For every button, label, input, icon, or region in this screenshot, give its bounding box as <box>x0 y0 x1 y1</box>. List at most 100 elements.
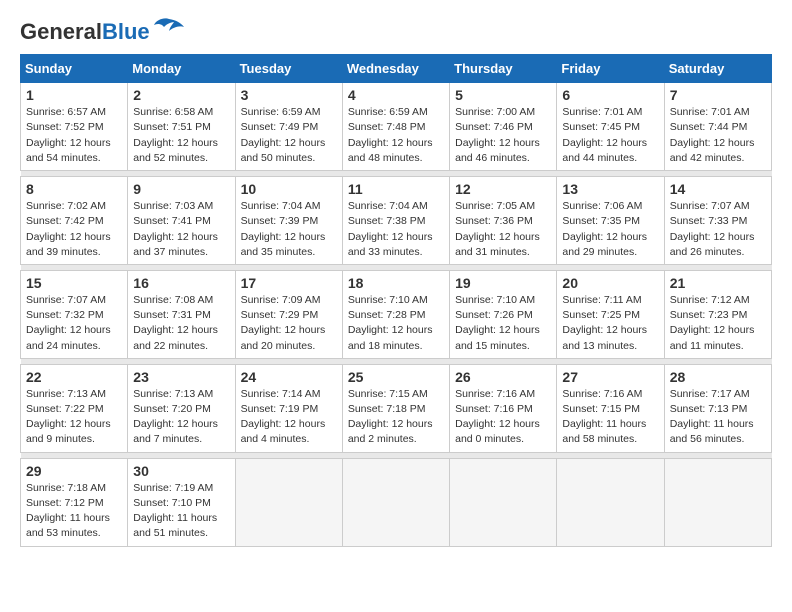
calendar-cell: 29 Sunrise: 7:18 AM Sunset: 7:12 PM Dayli… <box>21 458 128 546</box>
day-number: 22 <box>26 369 122 385</box>
day-info: Sunrise: 7:11 AM Sunset: 7:25 PM Dayligh… <box>562 293 658 354</box>
header-monday: Monday <box>128 55 235 83</box>
logo: GeneralBlue <box>20 20 184 44</box>
calendar-cell <box>342 458 449 546</box>
day-info: Sunrise: 6:59 AM Sunset: 7:48 PM Dayligh… <box>348 105 444 166</box>
calendar-cell: 15 Sunrise: 7:07 AM Sunset: 7:32 PM Dayli… <box>21 270 128 358</box>
day-info: Sunrise: 7:02 AM Sunset: 7:42 PM Dayligh… <box>26 199 122 260</box>
calendar-week-row: 1 Sunrise: 6:57 AM Sunset: 7:52 PM Daylig… <box>21 83 772 171</box>
day-info: Sunrise: 7:04 AM Sunset: 7:38 PM Dayligh… <box>348 199 444 260</box>
day-number: 4 <box>348 87 444 103</box>
day-number: 16 <box>133 275 229 291</box>
calendar-week-row: 15 Sunrise: 7:07 AM Sunset: 7:32 PM Dayli… <box>21 270 772 358</box>
calendar-cell: 6Sunrise: 7:01 AM Sunset: 7:45 PM Daylig… <box>557 83 664 171</box>
day-info: Sunrise: 7:00 AM Sunset: 7:46 PM Dayligh… <box>455 105 551 166</box>
day-number: 5 <box>455 87 551 103</box>
calendar-cell: 22 Sunrise: 7:13 AM Sunset: 7:22 PM Dayli… <box>21 364 128 452</box>
day-number: 17 <box>241 275 337 291</box>
calendar-cell: 26 Sunrise: 7:16 AM Sunset: 7:16 PM Dayli… <box>450 364 557 452</box>
calendar-cell: 18 Sunrise: 7:10 AM Sunset: 7:28 PM Dayli… <box>342 270 449 358</box>
calendar-cell: 10Sunrise: 7:04 AM Sunset: 7:39 PM Dayli… <box>235 177 342 265</box>
day-number: 7 <box>670 87 766 103</box>
calendar-cell: 2 Sunrise: 6:58 AM Sunset: 7:51 PM Daylig… <box>128 83 235 171</box>
day-info: Sunrise: 7:10 AM Sunset: 7:26 PM Dayligh… <box>455 293 551 354</box>
day-info: Sunrise: 7:12 AM Sunset: 7:23 PM Dayligh… <box>670 293 766 354</box>
day-number: 29 <box>26 463 122 479</box>
calendar-cell: 9Sunrise: 7:03 AM Sunset: 7:41 PM Daylig… <box>128 177 235 265</box>
calendar-cell: 21 Sunrise: 7:12 AM Sunset: 7:23 PM Dayli… <box>664 270 771 358</box>
day-info: Sunrise: 7:01 AM Sunset: 7:44 PM Dayligh… <box>670 105 766 166</box>
day-number: 13 <box>562 181 658 197</box>
calendar-cell: 7 Sunrise: 7:01 AM Sunset: 7:44 PM Daylig… <box>664 83 771 171</box>
calendar-cell: 16 Sunrise: 7:08 AM Sunset: 7:31 PM Dayli… <box>128 270 235 358</box>
day-info: Sunrise: 7:16 AM Sunset: 7:15 PM Dayligh… <box>562 387 658 448</box>
day-info: Sunrise: 7:10 AM Sunset: 7:28 PM Dayligh… <box>348 293 444 354</box>
calendar-cell: 12 Sunrise: 7:05 AM Sunset: 7:36 PM Dayli… <box>450 177 557 265</box>
day-info: Sunrise: 7:07 AM Sunset: 7:32 PM Dayligh… <box>26 293 122 354</box>
calendar-cell <box>235 458 342 546</box>
calendar-cell: 20 Sunrise: 7:11 AM Sunset: 7:25 PM Dayli… <box>557 270 664 358</box>
day-info: Sunrise: 7:19 AM Sunset: 7:10 PM Dayligh… <box>133 481 229 542</box>
day-info: Sunrise: 7:05 AM Sunset: 7:36 PM Dayligh… <box>455 199 551 260</box>
calendar-cell: 17 Sunrise: 7:09 AM Sunset: 7:29 PM Dayli… <box>235 270 342 358</box>
day-number: 19 <box>455 275 551 291</box>
day-info: Sunrise: 7:13 AM Sunset: 7:20 PM Dayligh… <box>133 387 229 448</box>
day-info: Sunrise: 6:57 AM Sunset: 7:52 PM Dayligh… <box>26 105 122 166</box>
day-info: Sunrise: 7:09 AM Sunset: 7:29 PM Dayligh… <box>241 293 337 354</box>
day-info: Sunrise: 6:58 AM Sunset: 7:51 PM Dayligh… <box>133 105 229 166</box>
calendar-week-row: 8 Sunrise: 7:02 AM Sunset: 7:42 PM Daylig… <box>21 177 772 265</box>
day-number: 18 <box>348 275 444 291</box>
calendar-cell: 27 Sunrise: 7:16 AM Sunset: 7:15 PM Dayli… <box>557 364 664 452</box>
day-number: 12 <box>455 181 551 197</box>
calendar-table: SundayMondayTuesdayWednesdayThursdayFrid… <box>20 54 772 546</box>
header-saturday: Saturday <box>664 55 771 83</box>
day-number: 26 <box>455 369 551 385</box>
day-number: 20 <box>562 275 658 291</box>
day-number: 24 <box>241 369 337 385</box>
day-info: Sunrise: 7:04 AM Sunset: 7:39 PM Dayligh… <box>241 199 337 260</box>
calendar-header-row: SundayMondayTuesdayWednesdayThursdayFrid… <box>21 55 772 83</box>
calendar-week-row: 29 Sunrise: 7:18 AM Sunset: 7:12 PM Dayli… <box>21 458 772 546</box>
day-number: 3 <box>241 87 337 103</box>
calendar-cell: 28 Sunrise: 7:17 AM Sunset: 7:13 PM Dayli… <box>664 364 771 452</box>
header-wednesday: Wednesday <box>342 55 449 83</box>
calendar-cell: 5 Sunrise: 7:00 AM Sunset: 7:46 PM Daylig… <box>450 83 557 171</box>
calendar-cell: 19 Sunrise: 7:10 AM Sunset: 7:26 PM Dayli… <box>450 270 557 358</box>
day-number: 14 <box>670 181 766 197</box>
calendar-cell: 11 Sunrise: 7:04 AM Sunset: 7:38 PM Dayli… <box>342 177 449 265</box>
day-number: 2 <box>133 87 229 103</box>
calendar-cell: 23 Sunrise: 7:13 AM Sunset: 7:20 PM Dayli… <box>128 364 235 452</box>
day-number: 21 <box>670 275 766 291</box>
day-number: 27 <box>562 369 658 385</box>
day-info: Sunrise: 7:01 AM Sunset: 7:45 PM Dayligh… <box>562 105 658 166</box>
day-number: 28 <box>670 369 766 385</box>
page-header: GeneralBlue <box>20 20 772 44</box>
calendar-cell <box>664 458 771 546</box>
header-thursday: Thursday <box>450 55 557 83</box>
day-number: 25 <box>348 369 444 385</box>
day-number: 23 <box>133 369 229 385</box>
calendar-cell: 4 Sunrise: 6:59 AM Sunset: 7:48 PM Daylig… <box>342 83 449 171</box>
day-info: Sunrise: 7:17 AM Sunset: 7:13 PM Dayligh… <box>670 387 766 448</box>
day-number: 11 <box>348 181 444 197</box>
calendar-week-row: 22 Sunrise: 7:13 AM Sunset: 7:22 PM Dayli… <box>21 364 772 452</box>
day-info: Sunrise: 7:18 AM Sunset: 7:12 PM Dayligh… <box>26 481 122 542</box>
calendar-cell <box>557 458 664 546</box>
day-info: Sunrise: 7:15 AM Sunset: 7:18 PM Dayligh… <box>348 387 444 448</box>
day-info: Sunrise: 7:16 AM Sunset: 7:16 PM Dayligh… <box>455 387 551 448</box>
calendar-cell: 13 Sunrise: 7:06 AM Sunset: 7:35 PM Dayli… <box>557 177 664 265</box>
day-number: 8 <box>26 181 122 197</box>
day-info: Sunrise: 7:03 AM Sunset: 7:41 PM Dayligh… <box>133 199 229 260</box>
day-info: Sunrise: 7:07 AM Sunset: 7:33 PM Dayligh… <box>670 199 766 260</box>
calendar-cell: 1 Sunrise: 6:57 AM Sunset: 7:52 PM Daylig… <box>21 83 128 171</box>
calendar-cell: 24Sunrise: 7:14 AM Sunset: 7:19 PM Dayli… <box>235 364 342 452</box>
logo-text: GeneralBlue <box>20 20 150 44</box>
calendar-cell <box>450 458 557 546</box>
day-info: Sunrise: 7:13 AM Sunset: 7:22 PM Dayligh… <box>26 387 122 448</box>
day-number: 1 <box>26 87 122 103</box>
day-info: Sunrise: 7:06 AM Sunset: 7:35 PM Dayligh… <box>562 199 658 260</box>
calendar-cell: 25 Sunrise: 7:15 AM Sunset: 7:18 PM Dayli… <box>342 364 449 452</box>
day-info: Sunrise: 7:08 AM Sunset: 7:31 PM Dayligh… <box>133 293 229 354</box>
day-number: 15 <box>26 275 122 291</box>
calendar-cell: 8 Sunrise: 7:02 AM Sunset: 7:42 PM Daylig… <box>21 177 128 265</box>
